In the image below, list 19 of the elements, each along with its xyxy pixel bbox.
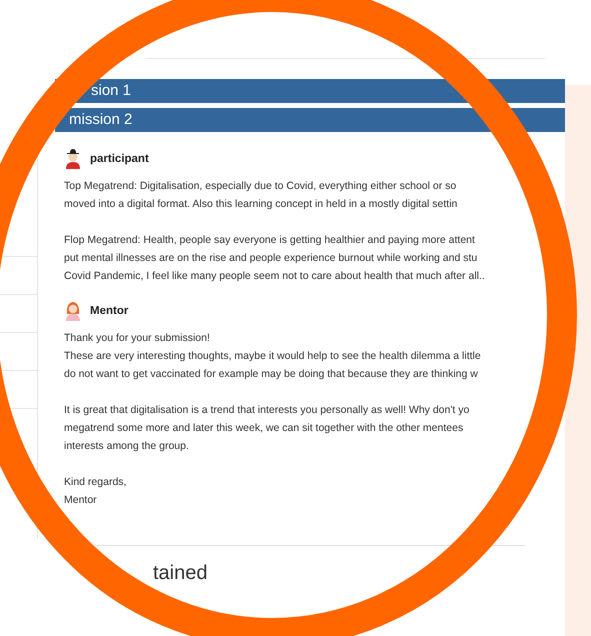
- author-name: Mentor: [90, 305, 128, 317]
- message-text: megatrend some more and later this week, we can sit together with the other mentees: [64, 421, 464, 436]
- person-icon: [64, 149, 82, 169]
- message-text: put mental illnesses are on the rise and people experience burnout while working and stu: [64, 251, 478, 266]
- author-name: participant: [90, 153, 149, 165]
- message-text: Kind regards,: [64, 475, 128, 490]
- message-text: do not want to get vaccinated for example may be doing that because they are thinking w: [64, 367, 479, 382]
- message-text: interests among the group.: [64, 439, 190, 454]
- message-text: moved into a digital format. Also this learning concept in held in a mostly digital settin: [64, 197, 458, 212]
- message-text: Top Megatrend: Digitalisation, especially due to Covid, everything either school or so: [64, 179, 458, 194]
- submission-header[interactable]: mission 2: [55, 108, 565, 132]
- message-text: Flop Megatrend: Health, people say everyone is getting healthier and paying more attent: [64, 233, 476, 248]
- section-heading: tained: [152, 561, 208, 585]
- message-text: Thank you for your submission!: [64, 331, 211, 346]
- message-text: Mentor: [64, 493, 98, 508]
- message-text: These are very interesting thoughts, maybe it would help to see the health dilemma a little: [64, 349, 482, 364]
- message-text: It is great that digitalisation is a trend that interests you personally as well! Why don't yo: [64, 403, 470, 418]
- person-icon: [64, 301, 82, 321]
- message-text: Covid Pandemic, I feel like many people seem not to care about health that much after all..: [64, 269, 486, 284]
